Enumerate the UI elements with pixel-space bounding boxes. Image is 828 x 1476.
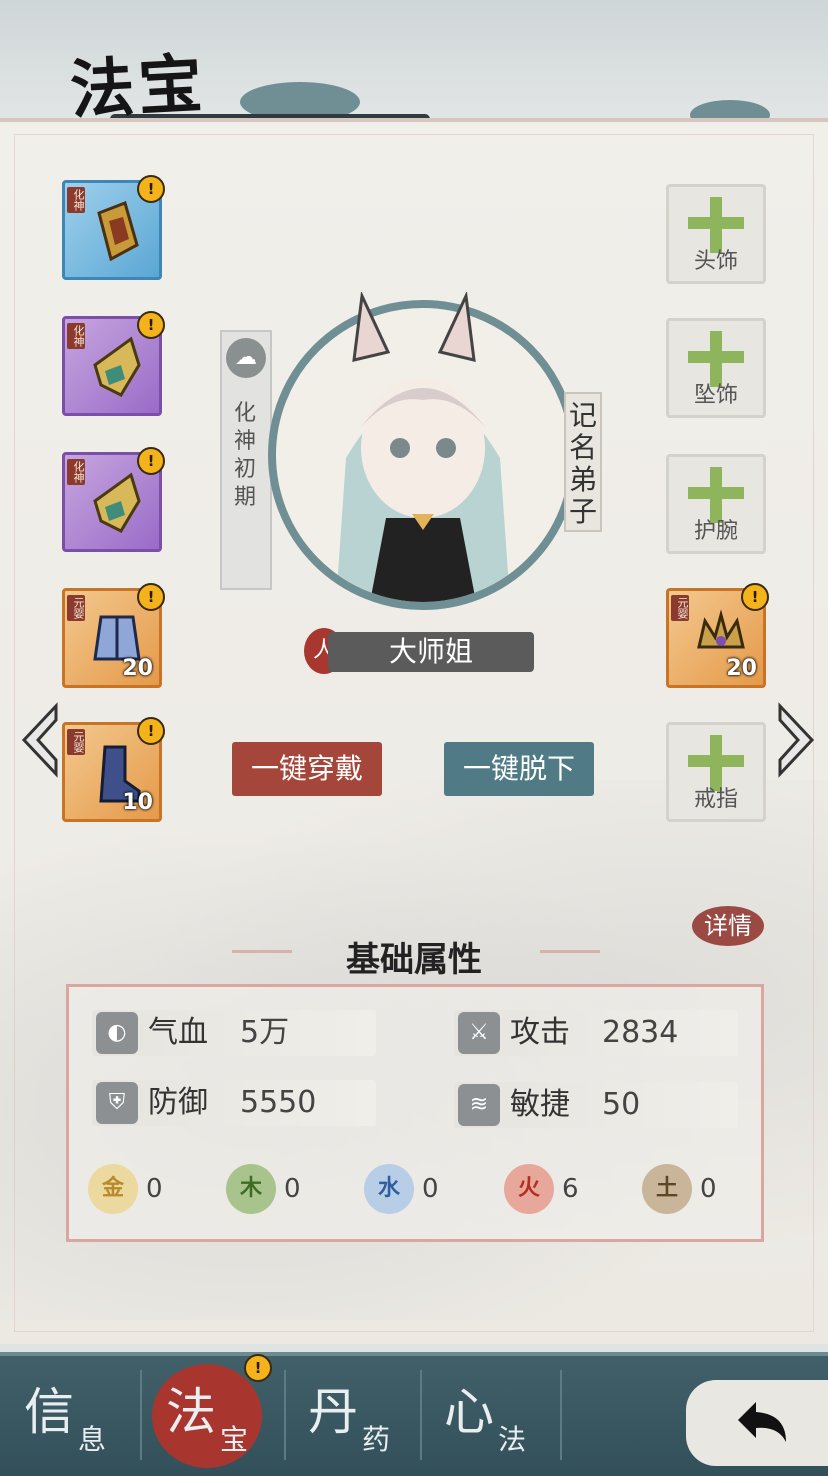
fire-element-icon: 火 bbox=[504, 1164, 554, 1214]
tab-treasure[interactable]: 法 宝 ! bbox=[148, 1354, 278, 1468]
tab-info[interactable]: 信 息 bbox=[6, 1364, 136, 1468]
next-character-arrow[interactable] bbox=[770, 700, 820, 780]
page-title-area: 法宝 bbox=[68, 36, 430, 128]
tab-label-sub: 息 bbox=[78, 1423, 107, 1456]
treasure-box-icon bbox=[97, 201, 139, 262]
tier-badge: 元婴 bbox=[671, 595, 689, 621]
tab-elixir[interactable]: 丹 药 bbox=[290, 1364, 420, 1468]
unequip-all-button[interactable]: 一键脱下 bbox=[444, 742, 594, 796]
shield-icon: ⛨ bbox=[96, 1082, 138, 1124]
tab-label-main: 信 bbox=[24, 1383, 74, 1441]
blood-drop-icon: ◐ bbox=[96, 1012, 138, 1054]
tab-divider bbox=[140, 1370, 142, 1460]
tier-badge: 元婴 bbox=[67, 595, 85, 621]
stat-agility: ≋ 敏捷 50 bbox=[454, 1082, 738, 1128]
armor-piece-icon bbox=[93, 472, 141, 533]
armor-piece-icon bbox=[93, 336, 141, 397]
equip-slot-left-5[interactable]: 元婴 ! 10 bbox=[62, 717, 165, 822]
item-count: 20 bbox=[122, 656, 153, 681]
item-count: 10 bbox=[122, 790, 153, 815]
element-value: 6 bbox=[562, 1174, 579, 1204]
tab-label-sub: 法 bbox=[498, 1423, 527, 1456]
equip-slot-bracer[interactable]: 护腕 bbox=[666, 454, 766, 554]
stat-value: 5万 bbox=[240, 1015, 290, 1050]
equip-all-button[interactable]: 一键穿戴 bbox=[232, 742, 382, 796]
tab-label-main: 丹 bbox=[308, 1383, 358, 1441]
equip-slot-headwear[interactable]: 头饰 bbox=[666, 184, 766, 284]
character-name: 大师姐 bbox=[328, 632, 534, 672]
tab-divider bbox=[420, 1370, 422, 1460]
fox-ears-icon bbox=[352, 292, 476, 362]
equip-slot-right-4[interactable]: 元婴 ! 20 bbox=[666, 583, 769, 688]
element-value: 0 bbox=[284, 1174, 301, 1204]
tab-label-main: 心 bbox=[444, 1383, 494, 1441]
stat-label: 防御 bbox=[148, 1085, 208, 1120]
tab-label-main: 法 bbox=[166, 1383, 216, 1441]
back-arrow-icon bbox=[738, 1402, 786, 1442]
stat-hp: ◐ 气血 5万 bbox=[92, 1010, 376, 1056]
section-title: 基础属性 bbox=[346, 940, 482, 980]
stat-value: 50 bbox=[602, 1087, 641, 1122]
equip-slot-left-4[interactable]: 元婴 ! 20 bbox=[62, 583, 165, 688]
earth-element-icon: 土 bbox=[642, 1164, 692, 1214]
tab-divider bbox=[284, 1370, 286, 1460]
element-value: 0 bbox=[422, 1174, 439, 1204]
slot-label: 戒指 bbox=[693, 787, 738, 812]
tab-divider bbox=[560, 1370, 562, 1460]
water-element-icon: 水 bbox=[364, 1164, 414, 1214]
alert-icon: ! bbox=[244, 1354, 272, 1382]
equip-slot-left-1[interactable]: 化神 ! bbox=[62, 175, 165, 280]
element-value: 0 bbox=[700, 1174, 717, 1204]
item-count: 20 bbox=[726, 656, 757, 681]
realm-text: 化神初期 bbox=[233, 401, 256, 510]
stat-label: 敏捷 bbox=[510, 1087, 570, 1122]
wood-element-icon: 木 bbox=[226, 1164, 276, 1214]
equip-slot-left-3[interactable]: 化神 ! bbox=[62, 447, 165, 552]
tab-label-sub: 药 bbox=[362, 1423, 391, 1456]
tier-badge: 化神 bbox=[67, 323, 85, 349]
back-button[interactable] bbox=[686, 1380, 828, 1466]
equip-slot-pendant[interactable]: 坠饰 bbox=[666, 318, 766, 418]
tier-badge: 化神 bbox=[67, 187, 85, 213]
rank-text: 记名弟子 bbox=[568, 399, 597, 528]
stat-label: 气血 bbox=[148, 1015, 208, 1050]
prev-character-arrow[interactable] bbox=[16, 700, 66, 780]
tier-badge: 元婴 bbox=[67, 729, 85, 755]
slot-label: 头饰 bbox=[693, 249, 738, 274]
tier-badge: 化神 bbox=[67, 459, 85, 485]
tab-label-sub: 宝 bbox=[220, 1423, 249, 1456]
stat-value: 5550 bbox=[240, 1085, 317, 1120]
slot-label: 护腕 bbox=[693, 519, 738, 544]
page-title: 法宝 bbox=[68, 46, 209, 129]
equip-slot-left-2[interactable]: 化神 ! bbox=[62, 311, 165, 416]
tab-mind-method[interactable]: 心 法 bbox=[426, 1364, 556, 1468]
stat-attack: ⚔ 攻击 2834 bbox=[454, 1010, 738, 1056]
slot-label: 坠饰 bbox=[693, 383, 738, 408]
stat-label: 攻击 bbox=[510, 1015, 570, 1050]
stat-value: 2834 bbox=[602, 1015, 679, 1050]
equip-slot-ring[interactable]: 戒指 bbox=[666, 722, 766, 822]
stat-defense: ⛨ 防御 5550 bbox=[92, 1080, 376, 1126]
wing-icon: ≋ bbox=[458, 1084, 500, 1126]
cloud-swirl-icon: ☁ bbox=[226, 338, 266, 378]
metal-element-icon: 金 bbox=[88, 1164, 138, 1214]
sword-icon: ⚔ bbox=[458, 1012, 500, 1054]
element-value: 0 bbox=[146, 1174, 163, 1204]
